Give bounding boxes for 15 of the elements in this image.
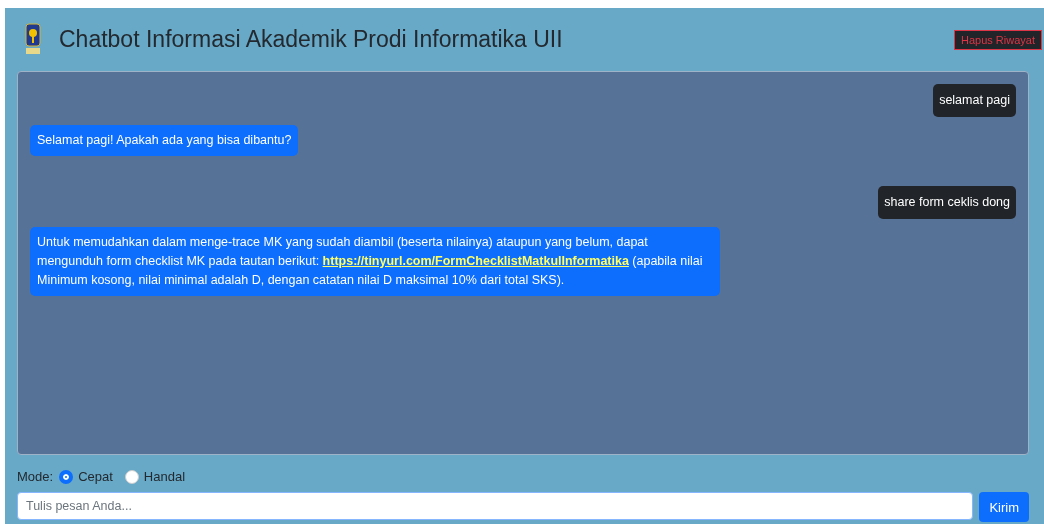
bot-message: Untuk memudahkan dalam menge-trace MK yang sudah diambil (beserta nilainya) ataupun yang belum, dapat mengunduh form checklist MK pada tautan berikut: https://tinyurl.com/FormChecklistMatkulInformatika (apabila nilai Minimum kosong, nilai minimal adalah D, dengan catatan nilai D maksimal 10% dari total SKS). — [30, 227, 720, 296]
mode-label: Mode: — [17, 469, 54, 484]
mode-radio[interactable] — [124, 469, 139, 484]
message-input-field[interactable]: Tulis pesan Anda... — [17, 492, 974, 520]
mode-radio[interactable] — [59, 469, 74, 484]
clear-history-button[interactable]: Hapus Riwayat — [954, 29, 1042, 50]
mode-option-label[interactable]: Handal — [143, 469, 186, 484]
page-title: Chatbot Informasi Akademik Prodi Informatika UII — [59, 26, 564, 53]
form-link[interactable]: https://tinyurl.com/FormChecklistMatkulInformatika — [322, 254, 629, 268]
mode-option-label[interactable]: Cepat — [78, 469, 113, 484]
send-button[interactable]: Kirim — [979, 492, 1029, 522]
university-logo-icon — [25, 22, 41, 57]
user-message: selamat pagi — [933, 84, 1016, 117]
bot-message: Selamat pagi! Apakah ada yang bisa dibantu? — [30, 125, 299, 156]
user-message: share form ceklis dong — [878, 186, 1016, 219]
